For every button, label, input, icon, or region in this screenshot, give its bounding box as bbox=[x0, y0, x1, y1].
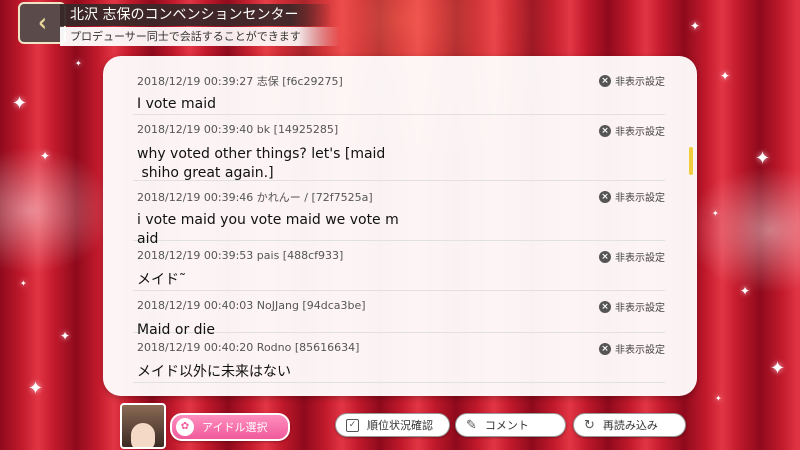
sparkle-icon: ✦ bbox=[712, 209, 719, 218]
close-circle-icon: × bbox=[599, 250, 611, 263]
idol-icon: ✿ bbox=[176, 418, 194, 436]
message-body: メイド以外に未来はない bbox=[137, 364, 291, 380]
idol-avatar[interactable] bbox=[120, 403, 166, 449]
message-item: 2018/12/19 00:39:27 志保 [f6c29275] × 非表示設… bbox=[133, 64, 665, 115]
reload-label: 再読み込み bbox=[602, 419, 658, 432]
sparkle-icon: ✦ bbox=[20, 279, 27, 288]
hide-setting-button[interactable]: × 非表示設定 bbox=[599, 123, 665, 138]
refresh-icon: ↻ bbox=[584, 417, 595, 433]
message-meta: 2018/12/19 00:39:53 pais [488cf933] bbox=[137, 249, 344, 262]
message-item: 2018/12/19 00:40:03 NoJJang [94dca3be] ×… bbox=[133, 290, 665, 338]
pencil-icon: ✎ bbox=[466, 417, 477, 433]
sparkle-icon: ✦ bbox=[12, 93, 28, 114]
close-circle-icon: × bbox=[599, 190, 611, 203]
message-meta: 2018/12/19 00:39:27 志保 [f6c29275] bbox=[137, 75, 343, 88]
sparkle-icon: ✦ bbox=[40, 149, 51, 163]
message-list-panel[interactable]: 2018/12/19 00:39:27 志保 [f6c29275] × 非表示設… bbox=[103, 56, 697, 396]
ranking-status-button[interactable]: ✓ 順位状況確認 bbox=[335, 413, 450, 437]
message-item: 2018/12/19 00:40:20 Rodno [85616634] × 非… bbox=[133, 332, 665, 383]
comment-label: コメント bbox=[484, 419, 529, 432]
scrollbar-thumb[interactable] bbox=[689, 147, 693, 175]
sparkle-icon: ✦ bbox=[740, 284, 751, 298]
ranking-status-label: 順位状況確認 bbox=[367, 419, 433, 432]
hide-setting-button[interactable]: × 非表示設定 bbox=[599, 341, 665, 356]
sparkle-icon: ✦ bbox=[770, 358, 786, 379]
hide-setting-label: 非表示設定 bbox=[615, 345, 665, 356]
page-header: ‹ 北沢 志保のコンベンションセンター プロデューサー同士で会話することができま… bbox=[0, 0, 340, 48]
hide-setting-button[interactable]: × 非表示設定 bbox=[599, 73, 665, 88]
page-subtitle: プロデューサー同士で会話することができます bbox=[60, 27, 340, 46]
sparkle-icon: ✦ bbox=[715, 394, 722, 403]
idol-select-label: アイドル選択 bbox=[202, 421, 268, 434]
hide-setting-label: 非表示設定 bbox=[615, 253, 665, 264]
hide-setting-label: 非表示設定 bbox=[615, 77, 665, 88]
hide-setting-label: 非表示設定 bbox=[615, 303, 665, 314]
message-meta: 2018/12/19 00:40:03 NoJJang [94dca3be] bbox=[137, 299, 366, 312]
hide-setting-button[interactable]: × 非表示設定 bbox=[599, 249, 665, 264]
reload-button[interactable]: ↻ 再読み込み bbox=[573, 413, 686, 437]
message-meta: 2018/12/19 00:39:40 bk [14925285] bbox=[137, 123, 339, 136]
message-item: 2018/12/19 00:39:40 bk [14925285] × 非表示設… bbox=[133, 114, 665, 181]
hide-setting-label: 非表示設定 bbox=[615, 127, 665, 138]
message-meta: 2018/12/19 00:40:20 Rodno [85616634] bbox=[137, 341, 360, 354]
message-item: 2018/12/19 00:39:53 pais [488cf933] × 非表… bbox=[133, 240, 665, 291]
sparkle-icon: ✦ bbox=[28, 378, 44, 399]
message-item: 2018/12/19 00:39:46 かれんー / [72f7525a] × … bbox=[133, 180, 665, 247]
message-body: I vote maid bbox=[137, 96, 216, 112]
idol-select-button[interactable]: ✿ アイドル選択 bbox=[170, 413, 290, 441]
close-circle-icon: × bbox=[599, 74, 611, 87]
comment-button[interactable]: ✎ コメント bbox=[455, 413, 566, 437]
close-circle-icon: × bbox=[599, 300, 611, 313]
hide-setting-button[interactable]: × 非表示設定 bbox=[599, 189, 665, 204]
avatar-face bbox=[131, 423, 155, 447]
page-title: 北沢 志保のコンベンションセンター bbox=[60, 4, 332, 26]
back-button[interactable]: ‹ bbox=[18, 2, 66, 44]
message-body: メイド˜ bbox=[137, 272, 186, 288]
message-body: why voted other things? let's [maid shih… bbox=[137, 146, 386, 181]
checkbox-icon: ✓ bbox=[346, 418, 359, 432]
sparkle-icon: ✦ bbox=[60, 329, 71, 343]
close-circle-icon: × bbox=[599, 342, 611, 355]
sparkle-icon: ✦ bbox=[720, 69, 731, 83]
chevron-left-icon: ‹ bbox=[37, 8, 47, 38]
hide-setting-label: 非表示設定 bbox=[615, 193, 665, 204]
close-circle-icon: × bbox=[599, 124, 611, 137]
message-meta: 2018/12/19 00:39:46 かれんー / [72f7525a] bbox=[137, 191, 373, 204]
sparkle-icon: ✦ bbox=[75, 59, 82, 68]
hide-setting-button[interactable]: × 非表示設定 bbox=[599, 299, 665, 314]
sparkle-icon: ✦ bbox=[755, 148, 771, 169]
sparkle-icon: ✦ bbox=[690, 19, 701, 33]
